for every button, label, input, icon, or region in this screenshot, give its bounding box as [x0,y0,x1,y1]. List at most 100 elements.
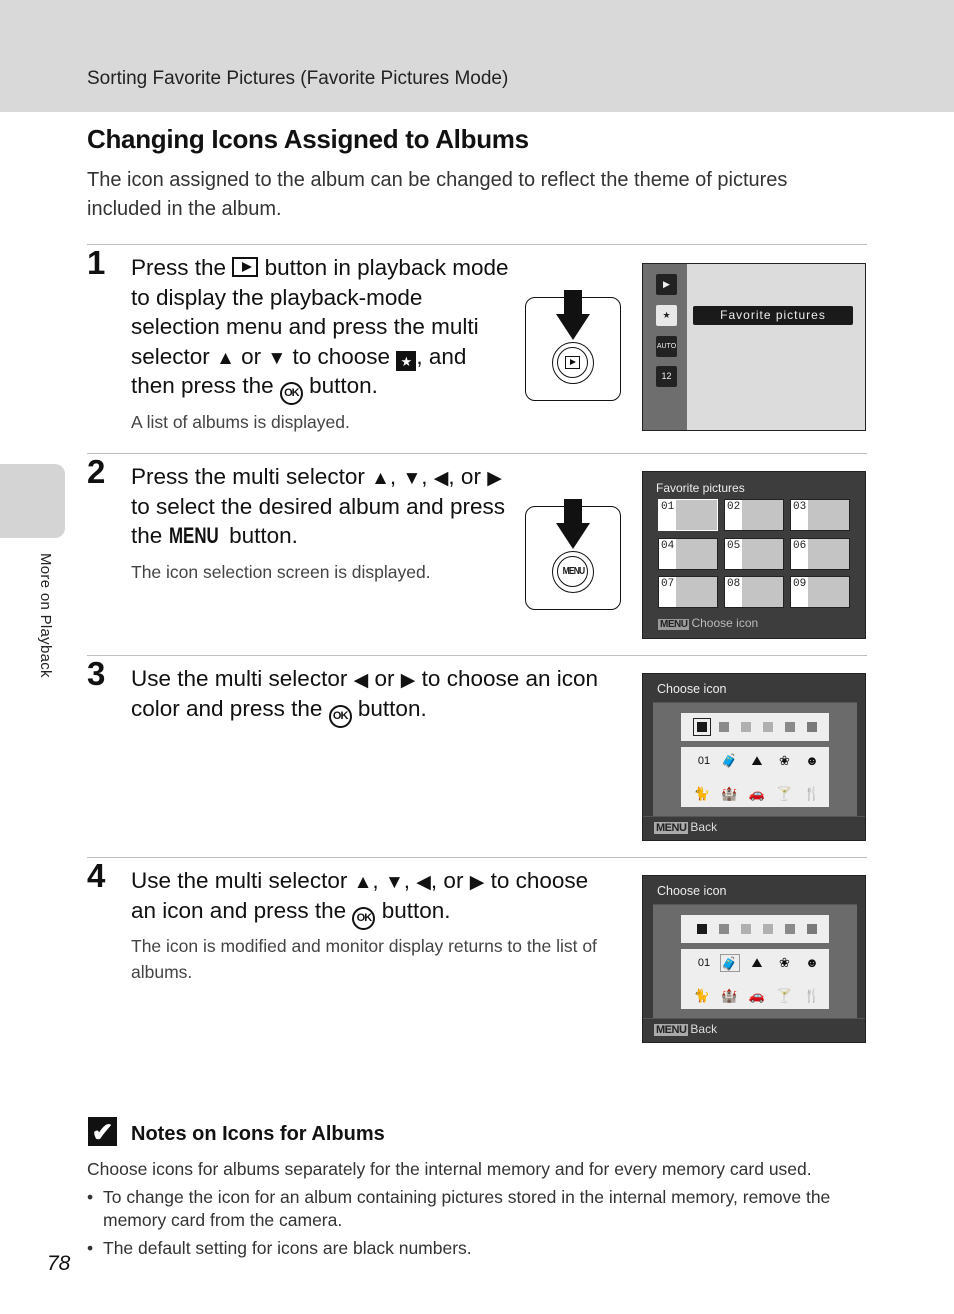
album-tile[interactable]: 02 [724,499,784,531]
press-arrow-icon [564,499,582,525]
icon-color-swatch[interactable] [741,924,751,934]
press-arrow-head [556,523,590,549]
face-icon[interactable]: ☻ [802,752,822,770]
screen-title: Choose icon [657,682,727,696]
flower-icon[interactable]: ❀ [775,752,795,770]
chapter-tab-label: More on Playback [37,553,54,678]
album-number: 04 [661,540,675,552]
footer-label: Back [690,820,718,834]
notes-title: Notes on Icons for Albums [131,1123,385,1145]
cutlery-icon[interactable]: 🍴 [802,785,822,803]
icon-color-swatch[interactable] [741,722,751,732]
text: , [389,464,397,489]
step-number: 2 [87,453,106,490]
text: Press the [131,255,227,280]
mode-highlight-label[interactable]: Favorite pictures [693,306,853,325]
page-number: 78 [47,1252,71,1275]
album-tile[interactable]: 03 [790,499,850,531]
album-tile[interactable]: 04 [658,538,718,570]
icon-grid: 01 🧳 ⛰ ❀ ☻ 🐈 🏰 🚗 🍸 🍴 [681,949,829,1009]
choose-icon-color-screen: Choose icon 01 🧳 ⛰ ❀ ☻ 🐈 🏰 🚗 🍸 🍴 MENU Back [642,673,866,841]
playback-button-icon [232,257,259,277]
divider [87,655,867,656]
ok-button-icon: OK [328,704,352,728]
screen-footer: MENU Choose icon [658,616,758,630]
album-tile[interactable]: 05 [724,538,784,570]
album-tile[interactable]: 06 [790,538,850,570]
text: , [421,464,428,489]
number-icon[interactable]: 01 [692,752,716,770]
icon-panel: 01 🧳 ⛰ ❀ ☻ 🐈 🏰 🚗 🍸 🍴 [653,702,857,817]
list-by-date-icon[interactable]: 12 [656,366,677,387]
cocktail-icon[interactable]: 🍸 [775,987,795,1005]
mode-rail: ▶ ★ AUTO 12 [643,264,687,430]
cat-icon[interactable]: 🐈 [692,987,712,1005]
album-list-screen: Favorite pictures 01 02 03 04 05 06 07 0… [642,471,866,639]
screen-footer: MENU Back [643,1018,865,1042]
right-arrow-icon: ▶ [487,468,502,489]
icon-color-swatch[interactable] [807,722,817,732]
castle-icon[interactable]: 🏰 [720,785,740,803]
icon-color-swatch[interactable] [807,924,817,934]
right-arrow-icon: ▶ [469,872,485,893]
step-4-instruction: Use the multi selector ▲, ▼, ◀, or ▶ to … [131,866,601,930]
ok-button-icon: OK [352,906,376,930]
album-number: 02 [727,501,741,513]
icon-color-swatch[interactable] [719,924,729,934]
album-number: 05 [727,540,741,552]
album-tile[interactable]: 09 [790,576,850,608]
icon-color-swatch[interactable] [693,718,711,736]
car-icon[interactable]: 🚗 [747,785,767,803]
album-tile[interactable]: 07 [658,576,718,608]
icon-color-swatch[interactable] [785,722,795,732]
album-number: 09 [793,578,807,590]
footer-label: Back [690,1022,718,1036]
album-number: 07 [661,578,675,590]
step-1-note: A list of albums is displayed. [131,412,350,432]
icon-color-swatch[interactable] [697,924,707,934]
page-title: Changing Icons Assigned to Albums [87,124,529,154]
icon-color-swatch[interactable] [763,722,773,732]
number-icon[interactable]: 01 [692,954,716,972]
album-tile[interactable]: 08 [724,576,784,608]
favorite-pictures-icon[interactable]: ★ [656,305,677,326]
text: to choose [292,343,391,369]
album-number: 08 [727,578,741,590]
playback-icon[interactable]: ▶ [656,274,677,295]
check-icon: ✔ [88,1117,117,1147]
down-arrow-icon: ▼ [384,872,404,893]
flower-icon[interactable]: ❀ [775,954,795,972]
album-tile[interactable]: 01 [658,499,718,531]
press-arrow-icon [564,290,582,316]
icon-color-swatch[interactable] [719,722,729,732]
suitcase-icon[interactable]: 🧳 [720,752,740,770]
cutlery-icon[interactable]: 🍴 [802,987,822,1005]
menu-chip-icon: MENU [658,619,690,630]
ok-button-icon: OK [279,382,303,405]
face-icon[interactable]: ☻ [802,954,822,972]
text: Press the multi selector [131,464,365,489]
mountain-icon[interactable]: ⛰ [747,752,767,770]
step-4-note: The icon is modified and monitor display… [131,936,597,982]
castle-icon[interactable]: 🏰 [720,987,740,1005]
color-row [681,915,829,943]
icon-color-swatch[interactable] [763,924,773,934]
menu-button-icon: MENU [168,523,219,548]
left-arrow-icon: ◀ [433,468,449,489]
suitcase-icon[interactable]: 🧳 [719,954,740,972]
text: button. [381,897,451,923]
step-number: 1 [87,244,106,281]
press-arrow-head [556,314,590,340]
screen-footer: MENU Back [643,816,865,840]
album-number: 03 [793,501,807,513]
text: , [372,868,379,893]
menu-chip-icon: MENU [654,1024,689,1036]
cat-icon[interactable]: 🐈 [692,785,712,803]
mountain-icon[interactable]: ⛰ [747,954,767,972]
car-icon[interactable]: 🚗 [747,987,767,1005]
cocktail-icon[interactable]: 🍸 [775,785,795,803]
auto-sort-icon[interactable]: AUTO [656,336,677,357]
text: or [374,666,395,691]
header-band: Sorting Favorite Pictures (Favorite Pict… [0,0,954,112]
icon-color-swatch[interactable] [785,924,795,934]
